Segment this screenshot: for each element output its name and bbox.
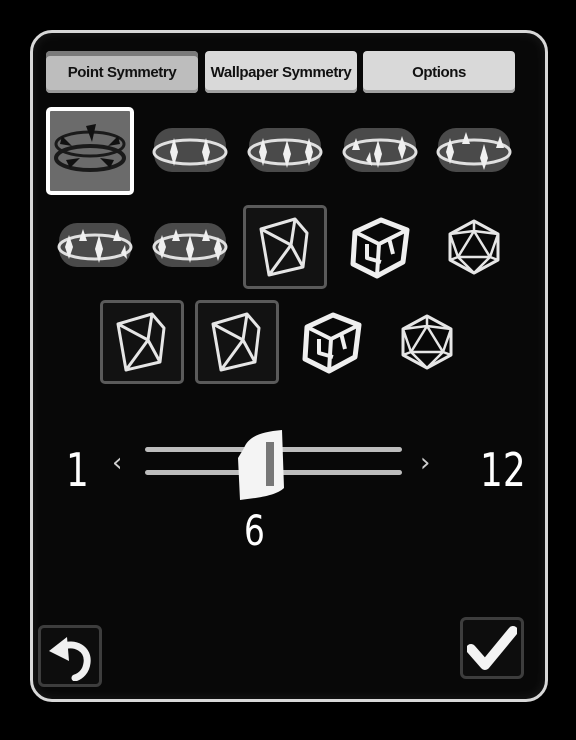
prism-icon — [116, 312, 166, 372]
icosahedron-icon — [448, 219, 500, 275]
ring-spikes-icon — [247, 128, 323, 172]
undo-button[interactable] — [38, 625, 102, 687]
undo-arrow-icon — [49, 637, 91, 681]
symmetry-option-5[interactable] — [432, 110, 516, 194]
tab-wallpaper-symmetry[interactable]: Wallpaper Symmetry — [205, 51, 357, 93]
symmetry-option-1[interactable] — [46, 107, 134, 195]
ring-spikes-icon — [342, 128, 418, 172]
ring-spikes-icon — [54, 124, 126, 172]
symmetry-option-4[interactable] — [338, 110, 422, 194]
symmetry-option-6[interactable] — [53, 205, 137, 289]
prism-icon — [211, 312, 261, 372]
slider-max-label: 12 — [480, 443, 526, 497]
slider-value-label: 6 — [244, 506, 265, 555]
cube-icon — [350, 217, 410, 279]
slider-thumb[interactable] — [236, 428, 286, 500]
symmetry-option-10[interactable] — [432, 205, 516, 289]
cube-icon — [302, 312, 362, 374]
confirm-button[interactable] — [460, 617, 524, 679]
prism-icon — [259, 217, 309, 277]
slider-min-label: 1 — [66, 443, 89, 497]
tab-point-symmetry[interactable]: Point Symmetry — [46, 51, 198, 93]
tab-options[interactable]: Options — [363, 51, 515, 93]
symmetry-option-14[interactable] — [385, 300, 469, 384]
symmetry-option-2[interactable] — [148, 110, 232, 194]
symmetry-option-7[interactable] — [148, 205, 232, 289]
ring-spikes-icon — [152, 128, 228, 172]
slider-increase-button[interactable]: › — [420, 450, 430, 476]
ring-spikes-icon — [57, 223, 133, 267]
icosahedron-icon — [401, 314, 453, 370]
symmetry-option-9[interactable] — [338, 205, 422, 289]
symmetry-option-8[interactable] — [243, 205, 327, 289]
symmetry-option-11[interactable] — [100, 300, 184, 384]
ring-spikes-icon — [436, 128, 512, 172]
symmetry-option-3[interactable] — [243, 110, 327, 194]
slider-decrease-button[interactable]: ‹ — [112, 450, 122, 476]
symmetry-option-12[interactable] — [195, 300, 279, 384]
checkmark-icon — [467, 626, 517, 670]
symmetry-option-13[interactable] — [290, 300, 374, 384]
ring-spikes-icon — [152, 223, 228, 267]
